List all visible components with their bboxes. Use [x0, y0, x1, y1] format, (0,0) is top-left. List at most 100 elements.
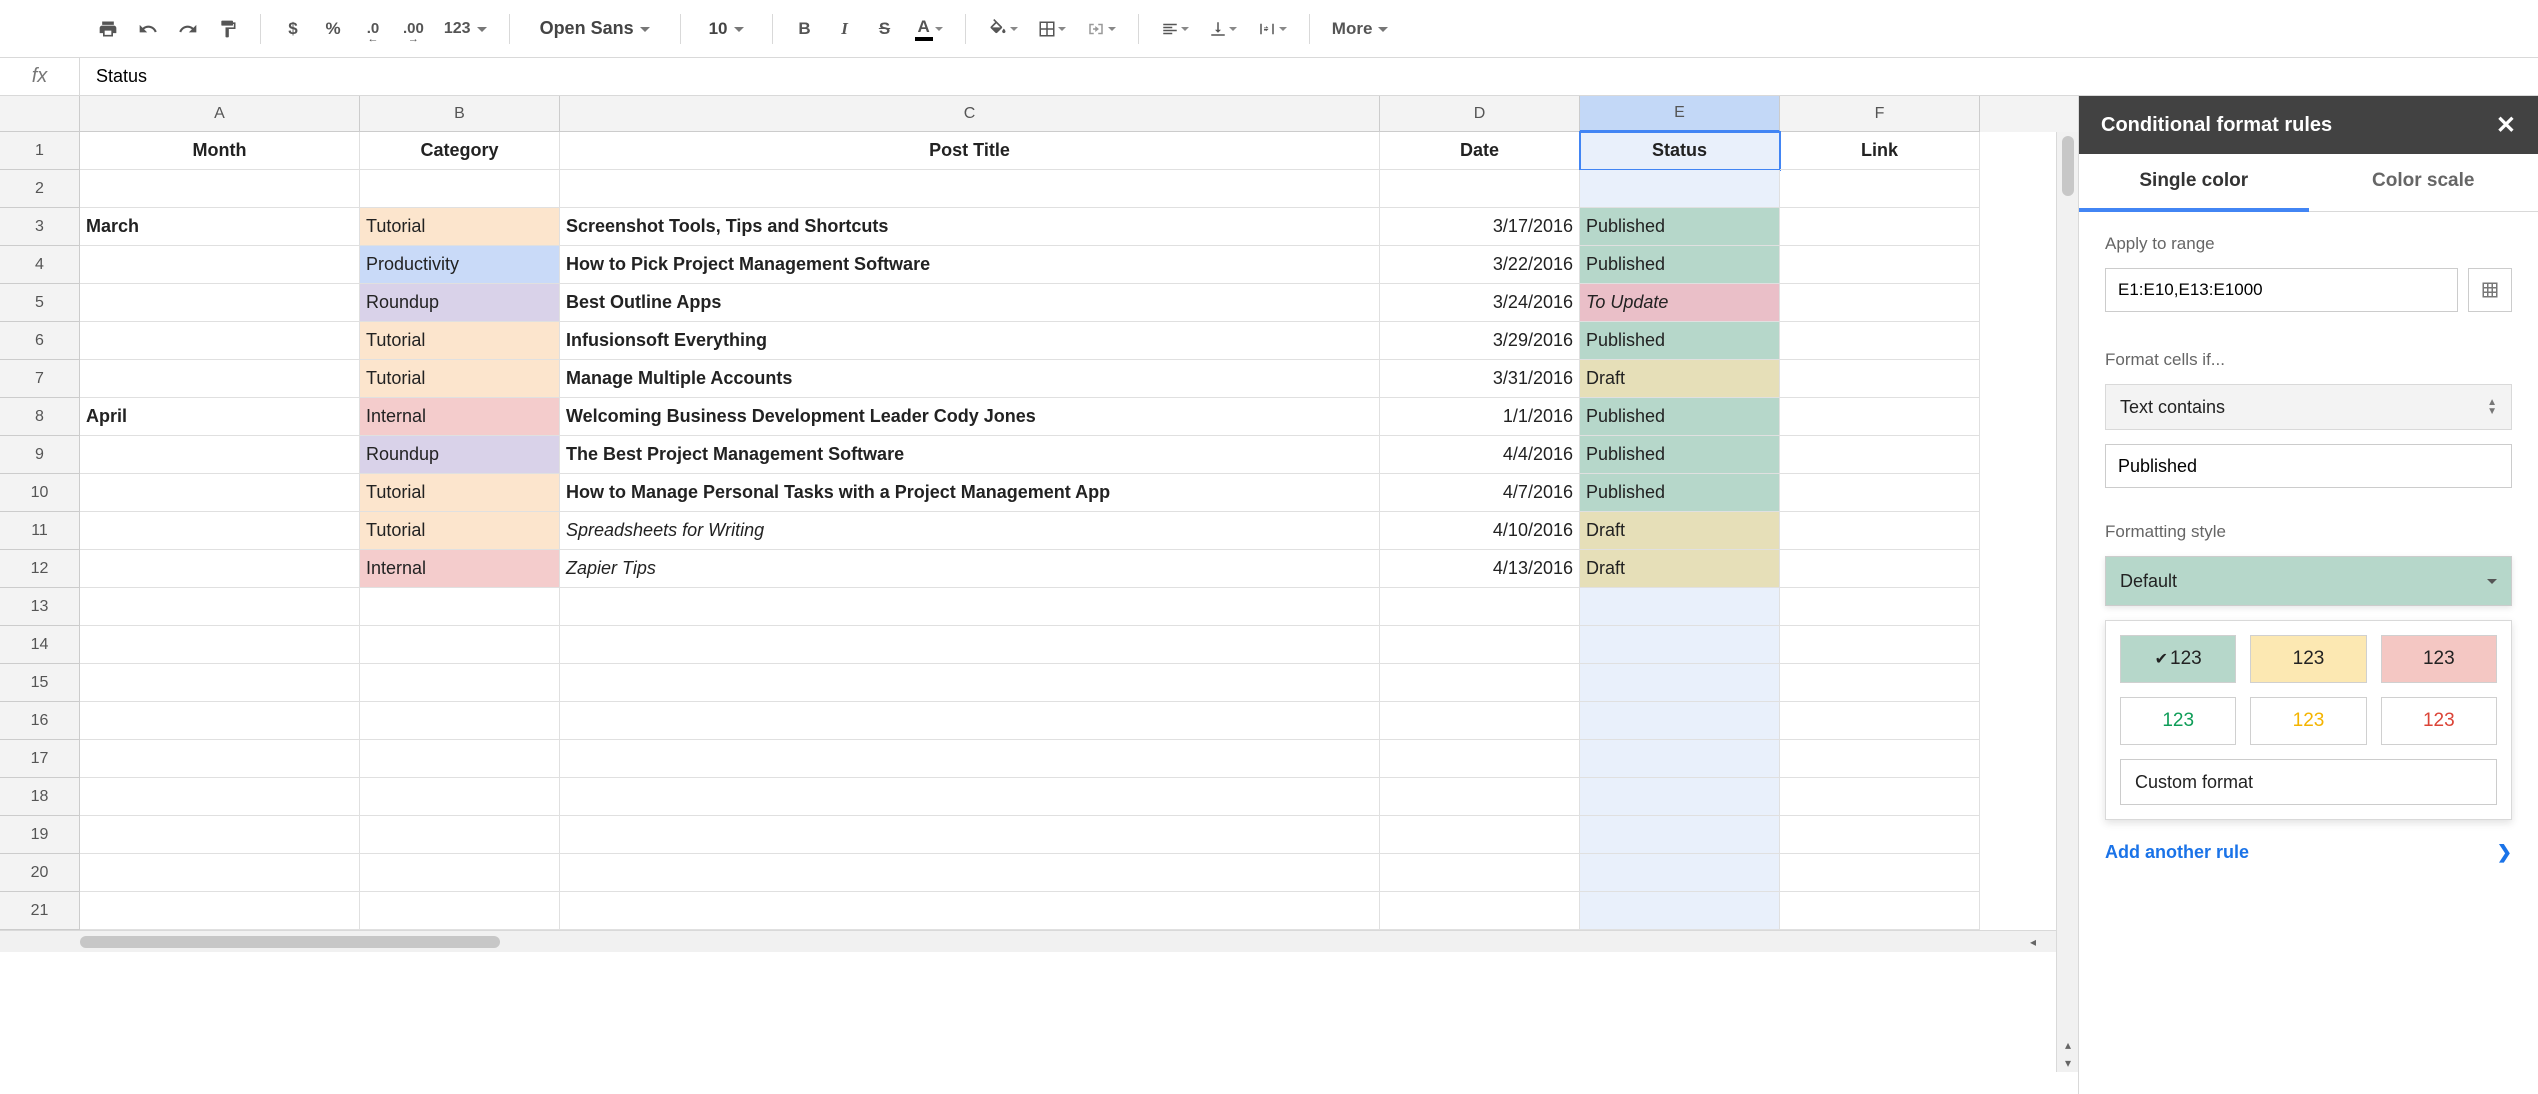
cell-B2[interactable]: [360, 170, 560, 208]
spreadsheet[interactable]: ABCDEF1MonthCategoryPost TitleDateStatus…: [0, 96, 2078, 1094]
cell-F9[interactable]: [1780, 436, 1980, 474]
cell-B15[interactable]: [360, 664, 560, 702]
cell-C1[interactable]: Post Title: [560, 132, 1380, 170]
cell-B17[interactable]: [360, 740, 560, 778]
cell-C8[interactable]: Welcoming Business Development Leader Co…: [560, 398, 1380, 436]
borders-button[interactable]: [1030, 11, 1074, 47]
text-color-button[interactable]: A: [907, 11, 951, 47]
cell-B9[interactable]: Roundup: [360, 436, 560, 474]
cell-F1[interactable]: Link: [1780, 132, 1980, 170]
cell-C15[interactable]: [560, 664, 1380, 702]
cell-A4[interactable]: [80, 246, 360, 284]
scroll-down-icon[interactable]: ▾: [2057, 1054, 2078, 1072]
condition-select[interactable]: Text contains ▲▼: [2105, 384, 2512, 430]
row-header-10[interactable]: 10: [0, 474, 80, 512]
cell-E8[interactable]: Published: [1580, 398, 1780, 436]
column-header-B[interactable]: B: [360, 96, 560, 132]
cell-D10[interactable]: 4/7/2016: [1380, 474, 1580, 512]
cell-E21[interactable]: [1580, 892, 1780, 930]
vertical-scrollbar[interactable]: ▴ ▾: [2056, 132, 2078, 1072]
cell-F2[interactable]: [1780, 170, 1980, 208]
cell-E15[interactable]: [1580, 664, 1780, 702]
cell-D20[interactable]: [1380, 854, 1580, 892]
cell-F5[interactable]: [1780, 284, 1980, 322]
increase-decimal-button[interactable]: .00 →: [395, 11, 432, 47]
row-header-13[interactable]: 13: [0, 588, 80, 626]
cell-C17[interactable]: [560, 740, 1380, 778]
cell-D2[interactable]: [1380, 170, 1580, 208]
cell-A5[interactable]: [80, 284, 360, 322]
cell-C18[interactable]: [560, 778, 1380, 816]
cell-D14[interactable]: [1380, 626, 1580, 664]
row-header-12[interactable]: 12: [0, 550, 80, 588]
cell-B18[interactable]: [360, 778, 560, 816]
condition-value-input[interactable]: [2105, 444, 2512, 488]
row-header-19[interactable]: 19: [0, 816, 80, 854]
cell-B1[interactable]: Category: [360, 132, 560, 170]
formula-input[interactable]: [80, 58, 2538, 95]
cell-B6[interactable]: Tutorial: [360, 322, 560, 360]
row-header-5[interactable]: 5: [0, 284, 80, 322]
range-input[interactable]: [2105, 268, 2458, 312]
cell-A9[interactable]: [80, 436, 360, 474]
decrease-decimal-button[interactable]: .0 ←: [355, 11, 391, 47]
row-header-17[interactable]: 17: [0, 740, 80, 778]
bold-button[interactable]: B: [787, 11, 823, 47]
font-family-select[interactable]: Open Sans: [524, 11, 666, 47]
cell-D1[interactable]: Date: [1380, 132, 1580, 170]
column-header-A[interactable]: A: [80, 96, 360, 132]
scroll-up-icon[interactable]: ▴: [2057, 1036, 2078, 1054]
cell-F13[interactable]: [1780, 588, 1980, 626]
undo-icon[interactable]: [130, 11, 166, 47]
row-header-15[interactable]: 15: [0, 664, 80, 702]
cell-A20[interactable]: [80, 854, 360, 892]
row-header-8[interactable]: 8: [0, 398, 80, 436]
font-size-select[interactable]: 10: [695, 11, 758, 47]
cell-F20[interactable]: [1780, 854, 1980, 892]
preset-red-fill[interactable]: 123: [2381, 635, 2497, 683]
row-header-21[interactable]: 21: [0, 892, 80, 930]
preset-yellow-text[interactable]: 123: [2250, 697, 2366, 745]
cell-E2[interactable]: [1580, 170, 1780, 208]
cell-D6[interactable]: 3/29/2016: [1380, 322, 1580, 360]
cell-D13[interactable]: [1380, 588, 1580, 626]
cell-D15[interactable]: [1380, 664, 1580, 702]
preset-yellow-fill[interactable]: 123: [2250, 635, 2366, 683]
cell-C14[interactable]: [560, 626, 1380, 664]
cell-E3[interactable]: Published: [1580, 208, 1780, 246]
cell-F19[interactable]: [1780, 816, 1980, 854]
cell-F17[interactable]: [1780, 740, 1980, 778]
cell-E9[interactable]: Published: [1580, 436, 1780, 474]
cell-E18[interactable]: [1580, 778, 1780, 816]
row-header-16[interactable]: 16: [0, 702, 80, 740]
select-range-icon[interactable]: [2468, 268, 2512, 312]
cell-D12[interactable]: 4/13/2016: [1380, 550, 1580, 588]
format-currency-button[interactable]: $: [275, 11, 311, 47]
cell-A10[interactable]: [80, 474, 360, 512]
cell-B21[interactable]: [360, 892, 560, 930]
cell-F21[interactable]: [1780, 892, 1980, 930]
cell-D3[interactable]: 3/17/2016: [1380, 208, 1580, 246]
cell-F15[interactable]: [1780, 664, 1980, 702]
cell-A18[interactable]: [80, 778, 360, 816]
cell-E11[interactable]: Draft: [1580, 512, 1780, 550]
cell-B19[interactable]: [360, 816, 560, 854]
tab-color-scale[interactable]: Color scale: [2309, 154, 2538, 211]
row-header-7[interactable]: 7: [0, 360, 80, 398]
row-header-4[interactable]: 4: [0, 246, 80, 284]
cell-C2[interactable]: [560, 170, 1380, 208]
cell-D21[interactable]: [1380, 892, 1580, 930]
cell-C20[interactable]: [560, 854, 1380, 892]
row-header-3[interactable]: 3: [0, 208, 80, 246]
cell-F6[interactable]: [1780, 322, 1980, 360]
number-format-menu[interactable]: 123: [436, 11, 495, 47]
style-default-select[interactable]: Default: [2105, 556, 2512, 606]
cell-E6[interactable]: Published: [1580, 322, 1780, 360]
horizontal-scrollbar[interactable]: ◂ ▸: [0, 930, 2078, 952]
vertical-align-button[interactable]: [1201, 11, 1245, 47]
cell-D18[interactable]: [1380, 778, 1580, 816]
cell-B7[interactable]: Tutorial: [360, 360, 560, 398]
cell-D7[interactable]: 3/31/2016: [1380, 360, 1580, 398]
cell-D17[interactable]: [1380, 740, 1580, 778]
cell-E17[interactable]: [1580, 740, 1780, 778]
